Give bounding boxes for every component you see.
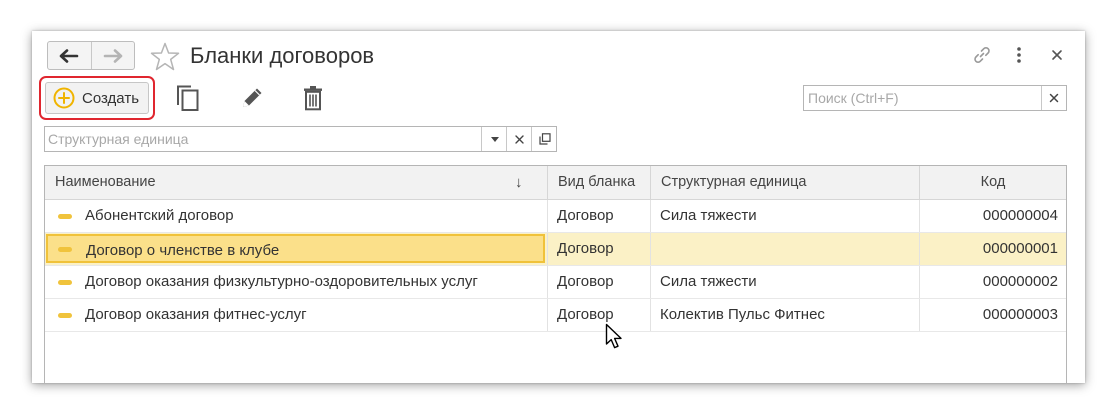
- search-clear-button[interactable]: [1041, 86, 1066, 110]
- close-icon: [1049, 93, 1059, 103]
- delete-button[interactable]: [299, 84, 327, 112]
- row-marker-icon: [58, 214, 72, 219]
- row-marker-icon: [58, 313, 72, 318]
- column-header-code[interactable]: Код: [920, 166, 1066, 199]
- row-kind: Договор: [557, 273, 614, 290]
- row-code: 000000003: [982, 306, 1058, 323]
- more-vertical-icon: [1017, 47, 1021, 63]
- table-header: Наименование ↓ Вид бланка Структурная ед…: [45, 166, 1066, 200]
- sort-descending-icon: ↓: [515, 174, 523, 191]
- row-unit: Сила тяжести: [660, 207, 757, 224]
- search-box: [803, 85, 1067, 111]
- chevron-down-icon: [490, 136, 499, 142]
- mouse-cursor-icon: [605, 323, 622, 349]
- structural-unit-input[interactable]: [45, 127, 475, 151]
- forward-button[interactable]: [90, 42, 135, 69]
- arrow-left-icon: [59, 48, 79, 63]
- row-unit: Сила тяжести: [660, 273, 757, 290]
- table-row-selected[interactable]: Договор о членстве в клубе Договор 00000…: [45, 233, 1066, 266]
- filter-clear-button[interactable]: [506, 127, 532, 151]
- copy-icon: [177, 85, 199, 111]
- trash-icon: [304, 86, 322, 111]
- create-button[interactable]: Создать: [45, 82, 149, 114]
- plus-circle-icon: [53, 87, 75, 109]
- favorite-star-icon[interactable]: [150, 42, 180, 72]
- create-button-label: Создать: [82, 89, 140, 107]
- page-title: Бланки договоров: [190, 43, 375, 68]
- close-icon: [1052, 50, 1062, 60]
- pencil-icon: [243, 88, 262, 107]
- filter-open-button[interactable]: [531, 127, 557, 151]
- close-window-button[interactable]: [1047, 45, 1067, 65]
- arrow-right-icon: [103, 48, 123, 63]
- contract-forms-table: Наименование ↓ Вид бланка Структурная ед…: [44, 165, 1067, 383]
- row-code: 000000002: [982, 273, 1058, 290]
- filter-dropdown-button[interactable]: [481, 127, 507, 151]
- create-button-highlight: Создать: [39, 76, 155, 120]
- row-marker-icon: [58, 247, 72, 252]
- edit-button[interactable]: [238, 84, 266, 112]
- row-name: Абонентский договор: [85, 207, 234, 224]
- table-row[interactable]: Договор оказания фитнес-услуг Договор Ко…: [45, 299, 1066, 332]
- navigation-buttons: [47, 41, 135, 70]
- row-code: 000000004: [982, 207, 1058, 224]
- copy-button[interactable]: [174, 84, 202, 112]
- row-unit: Колектив Пульс Фитнес: [660, 306, 825, 323]
- row-kind: Договор: [557, 207, 614, 224]
- row-name: Договор о членстве в клубе: [46, 234, 545, 263]
- table-row[interactable]: Договор оказания физкультурно-оздоровите…: [45, 266, 1066, 299]
- row-kind: Договор: [557, 240, 614, 257]
- table-row[interactable]: Абонентский договор Договор Сила тяжести…: [45, 200, 1066, 233]
- column-header-name[interactable]: Наименование: [45, 166, 547, 199]
- structural-unit-filter: [44, 126, 557, 152]
- back-button[interactable]: [48, 42, 91, 69]
- row-name: Договор оказания физкультурно-оздоровите…: [85, 273, 478, 290]
- open-form-icon: [538, 133, 551, 145]
- link-icon: [974, 47, 990, 63]
- form-window: Бланки договоров Создать Поиск (Ctrl+F) …: [32, 31, 1085, 383]
- more-actions-button[interactable]: [1009, 45, 1029, 65]
- row-code: 000000001: [982, 240, 1058, 257]
- link-button[interactable]: [972, 45, 992, 65]
- column-header-unit[interactable]: Структурная единица: [651, 166, 919, 199]
- close-icon: [515, 134, 524, 144]
- search-input[interactable]: [804, 86, 1040, 110]
- row-marker-icon: [58, 280, 72, 285]
- row-name: Договор оказания фитнес-услуг: [85, 306, 307, 323]
- column-header-kind[interactable]: Вид бланка: [548, 166, 650, 199]
